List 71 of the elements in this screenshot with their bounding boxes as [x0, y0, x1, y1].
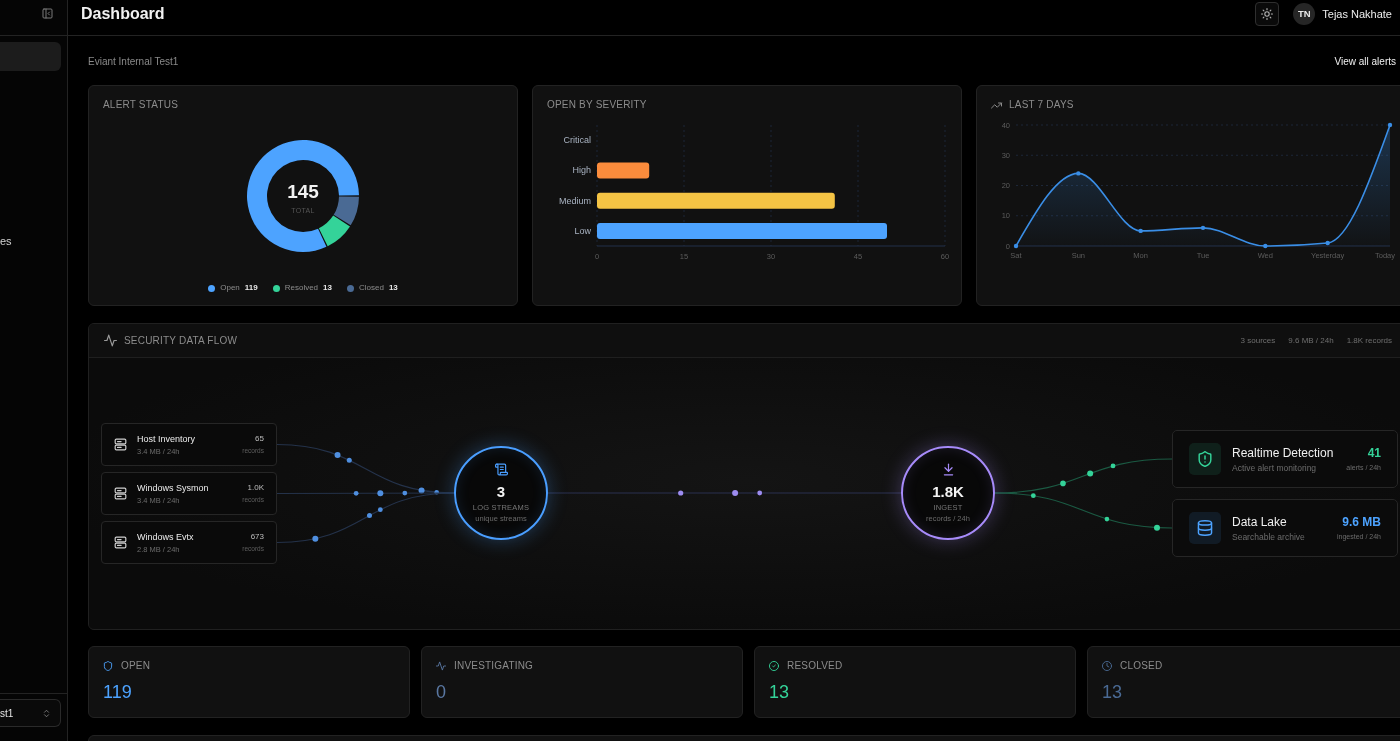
scroll-icon	[494, 463, 508, 476]
stat-label: CLOSED	[1120, 660, 1163, 672]
stat-value: 13	[769, 682, 790, 702]
sidebar-item[interactable]: es	[0, 226, 61, 255]
server-icon	[114, 536, 127, 549]
flow-stat: 9.6 MB / 24h	[1288, 336, 1334, 345]
check-circle-icon	[769, 661, 779, 671]
database-icon	[1189, 512, 1221, 544]
organization-name: Eviant Internal Test1	[88, 55, 179, 67]
source-name: Host Inventory	[137, 433, 196, 445]
data-point	[1387, 122, 1393, 128]
card-title: SECURITY DATA FLOW	[124, 334, 238, 347]
record-count: 1.0K	[247, 483, 264, 493]
destination-description: Active alert monitoring	[1232, 462, 1317, 473]
destination-value: 41	[1367, 446, 1381, 460]
pulse-icon	[436, 661, 446, 671]
legend-count: 119	[244, 283, 258, 293]
user-name[interactable]: Tejas Nakhate	[1322, 7, 1392, 20]
hub-value: 1.8K	[932, 484, 964, 500]
stat-value: 119	[103, 682, 132, 702]
server-icon	[114, 487, 127, 500]
destination-description: Searchable archive	[1232, 531, 1305, 542]
shield-alert-icon	[1189, 443, 1221, 475]
stat-value: 0	[436, 682, 446, 702]
category-label: Low	[574, 225, 591, 236]
data-point	[1200, 225, 1206, 231]
destination-value: 9.6 MB	[1342, 515, 1381, 529]
theme-toggle-button[interactable]	[1255, 1, 1280, 26]
stat-label: INVESTIGATING	[454, 660, 534, 672]
hub-value: 3	[496, 484, 506, 500]
workspace-select[interactable]: st1	[0, 699, 61, 727]
legend-label: Resolved	[284, 283, 319, 293]
data-point	[1076, 171, 1081, 176]
flow-stat: 1.8K records	[1346, 336, 1392, 345]
user-avatar[interactable]: TN	[1293, 2, 1316, 25]
view-all-alerts-link[interactable]: View all alerts	[1321, 49, 1400, 73]
legend-count: 13	[323, 283, 332, 293]
record-count: 673	[250, 532, 264, 542]
record-count: 65	[255, 434, 264, 444]
trending-up-icon	[991, 99, 1002, 111]
clock-icon	[1102, 661, 1112, 671]
download-icon	[941, 463, 955, 476]
server-icon	[114, 438, 127, 451]
legend-label: Open	[220, 283, 240, 293]
stat-value: 13	[1102, 682, 1123, 702]
destination-name: Realtime Detection	[1232, 445, 1334, 460]
data-point	[1263, 243, 1268, 249]
legend-count: 13	[388, 283, 398, 293]
page-title: Dashboard	[81, 4, 166, 23]
pulse-icon	[104, 334, 117, 347]
category-label: Critical	[563, 135, 591, 146]
data-point	[1013, 243, 1019, 249]
chevron-up-down-icon	[42, 708, 51, 718]
flow-stat: 3 sources	[1240, 336, 1276, 345]
total-value: 145	[287, 181, 319, 202]
shield-icon	[103, 661, 113, 671]
source-name: Windows Sysmon	[137, 482, 209, 494]
card-title: LAST 7 DAYS	[1009, 99, 1074, 111]
source-name: Windows Evtx	[137, 531, 194, 543]
sidebar-toggle-icon[interactable]	[42, 8, 53, 19]
card-title: ALERT STATUS	[103, 99, 179, 111]
data-point	[1325, 240, 1330, 246]
stat-label: OPEN	[121, 660, 151, 672]
category-label: Medium	[559, 195, 591, 206]
destination-name: Data Lake	[1232, 514, 1287, 529]
data-point	[1138, 228, 1143, 234]
legend-label: Closed	[358, 283, 384, 293]
card-title: OPEN BY SEVERITY	[547, 99, 648, 111]
sun-icon	[1261, 7, 1274, 20]
stat-label: RESOLVED	[787, 660, 843, 672]
category-label: High	[572, 165, 591, 176]
